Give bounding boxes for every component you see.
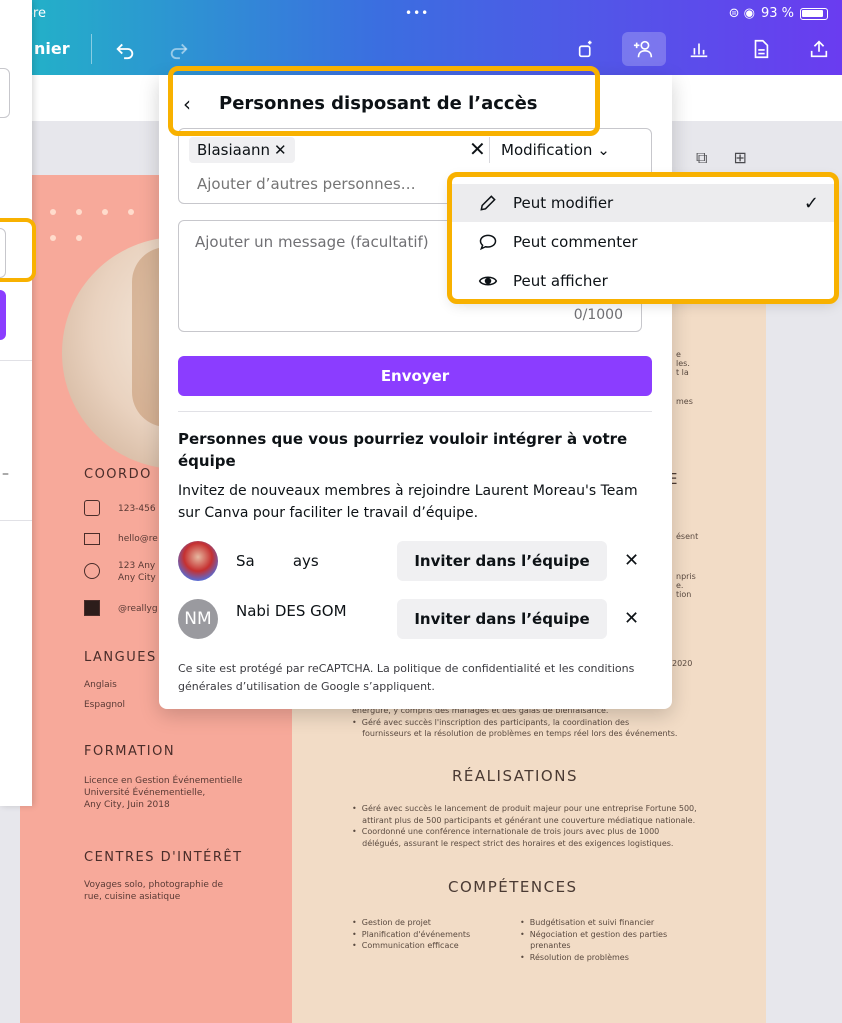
remove-chip-icon[interactable]: ✕ xyxy=(274,141,287,159)
person-name: Nabi DES GOM xyxy=(236,602,347,620)
contact-social: @reallyg xyxy=(118,604,158,614)
undo-button[interactable] xyxy=(106,32,144,66)
undo-icon xyxy=(116,43,134,60)
skills-heading: COMPÉTENCES xyxy=(448,878,578,896)
suggested-person: NM Nabi DES GOM Inviter dans l’équipe ✕ xyxy=(178,599,652,643)
send-button[interactable]: Envoyer xyxy=(178,356,652,396)
mail-icon xyxy=(84,533,100,545)
skills-column-2: • Budgétisation et suivi financier • Nég… xyxy=(520,918,668,962)
highlight-frame xyxy=(0,218,36,282)
dismiss-suggestion-icon[interactable]: ✕ xyxy=(624,608,639,629)
interests-heading: CENTRES D'INTÉRÊT xyxy=(84,850,243,865)
divider xyxy=(178,411,652,412)
decor-dot xyxy=(76,235,82,241)
contact-email: hello@re xyxy=(118,534,158,544)
avatar xyxy=(178,541,218,581)
permission-select[interactable]: Modification ⌄ xyxy=(501,141,610,159)
dismiss-suggestion-icon[interactable]: ✕ xyxy=(624,550,639,571)
export-button[interactable] xyxy=(800,32,838,66)
status-indicators: ⊜ ◉ 93 % xyxy=(729,6,828,21)
decor-dot xyxy=(50,209,56,215)
contact-phone: 123-456 xyxy=(118,504,156,514)
language-spanish: Espagnol xyxy=(84,700,126,710)
share-panel: ‹ Personnes disposant de l’accès Blasiaa… xyxy=(159,75,672,709)
education-text: Licence en Gestion Événementielle Univer… xyxy=(84,776,243,811)
add-people-input[interactable] xyxy=(197,175,437,193)
link-icon: ⊜ ◉ xyxy=(728,6,755,21)
decor-dot xyxy=(76,209,82,215)
top-toolbar: embre ••• ⊜ ◉ 93 % nier xyxy=(0,0,842,75)
insights-button[interactable] xyxy=(680,32,718,66)
recaptcha-notice: Ce site est protégé par reCAPTCHA. La po… xyxy=(178,662,635,693)
duplicate-page-icon[interactable]: ⧉ xyxy=(696,148,707,168)
suggestions-title: Personnes que vous pourriez vouloir inté… xyxy=(178,430,628,470)
side-panel-input[interactable] xyxy=(0,68,10,118)
redo-button[interactable] xyxy=(160,32,198,66)
social-icon xyxy=(84,600,100,616)
magic-resize-button[interactable] xyxy=(568,32,606,66)
chevron-down-icon: ⌄ xyxy=(597,141,610,159)
redo-icon xyxy=(170,43,188,60)
invite-to-team-button[interactable]: Inviter dans l’équipe xyxy=(397,599,607,639)
suggested-person: Sa ays Inviter dans l’équipe ✕ xyxy=(178,541,652,585)
battery-percent: 93 % xyxy=(760,6,794,21)
battery-icon xyxy=(800,7,828,20)
education-heading: FORMATION xyxy=(84,744,176,759)
divider xyxy=(489,137,490,163)
decor-dot xyxy=(50,235,56,241)
multitask-dots[interactable]: ••• xyxy=(405,6,429,20)
resize-icon xyxy=(578,40,592,58)
languages-heading: LANGUES xyxy=(84,650,157,665)
toolbar-file-label[interactable]: nier xyxy=(34,39,70,58)
experience-text: énergure, y compris des mariages et des … xyxy=(352,706,678,739)
message-placeholder: Ajouter un message (facultatif) xyxy=(195,233,429,251)
divider xyxy=(0,520,32,521)
decor-dot xyxy=(128,209,134,215)
contact-heading: COORDO xyxy=(84,467,152,482)
resume-text-fragment: npris e. tion xyxy=(676,572,696,599)
divider xyxy=(0,360,32,361)
bar-chart-icon xyxy=(690,43,708,58)
side-panel-mark: – xyxy=(2,466,9,482)
resume-text-fragment: ésent xyxy=(676,532,699,541)
contact-address: 123 Any Any City xyxy=(118,561,156,584)
document-icon xyxy=(754,39,769,59)
highlight-frame xyxy=(447,172,839,304)
upload-icon xyxy=(810,40,828,58)
language-english: Anglais xyxy=(84,680,117,690)
side-panel: – xyxy=(0,0,32,806)
suggestions-description: Invitez de nouveaux membres à rejoindre … xyxy=(178,483,638,521)
share-people-button[interactable] xyxy=(622,32,666,66)
add-page-icon[interactable]: ⊞ xyxy=(733,148,746,168)
skills-column-1: • Gestion de projet • Planification d'év… xyxy=(352,918,471,951)
achievements-heading: RÉALISATIONS xyxy=(452,767,578,785)
side-panel-button[interactable] xyxy=(0,290,6,340)
invite-to-team-button[interactable]: Inviter dans l’équipe xyxy=(397,541,607,581)
invitee-chip-label: Blasiaann xyxy=(197,141,271,159)
toolbar-separator xyxy=(91,34,92,64)
avatar: NM xyxy=(178,599,218,639)
resume-text-fragment: mes xyxy=(676,397,693,406)
location-icon xyxy=(84,563,100,579)
person-name: Sa ays xyxy=(236,552,319,570)
permission-select-label: Modification xyxy=(501,141,593,159)
clear-invitees-icon[interactable]: ✕ xyxy=(469,137,486,161)
page-actions: ⧉ ⊞ xyxy=(696,148,747,168)
experience-year: 2020 xyxy=(672,659,693,668)
highlight-frame xyxy=(168,66,600,136)
achievements-text: • Géré avec succès le lancement de produ… xyxy=(352,804,697,848)
message-counter: 0/1000 xyxy=(573,307,623,323)
resume-text-fragment: e les. t la xyxy=(676,350,690,377)
phone-icon xyxy=(84,500,100,516)
decor-dot xyxy=(102,209,108,215)
invitee-chip[interactable]: Blasiaann ✕ xyxy=(189,137,295,163)
add-people-icon xyxy=(633,40,653,58)
interests-text: Voyages solo, photographie de rue, cuisi… xyxy=(84,880,223,903)
notes-button[interactable] xyxy=(742,32,780,66)
